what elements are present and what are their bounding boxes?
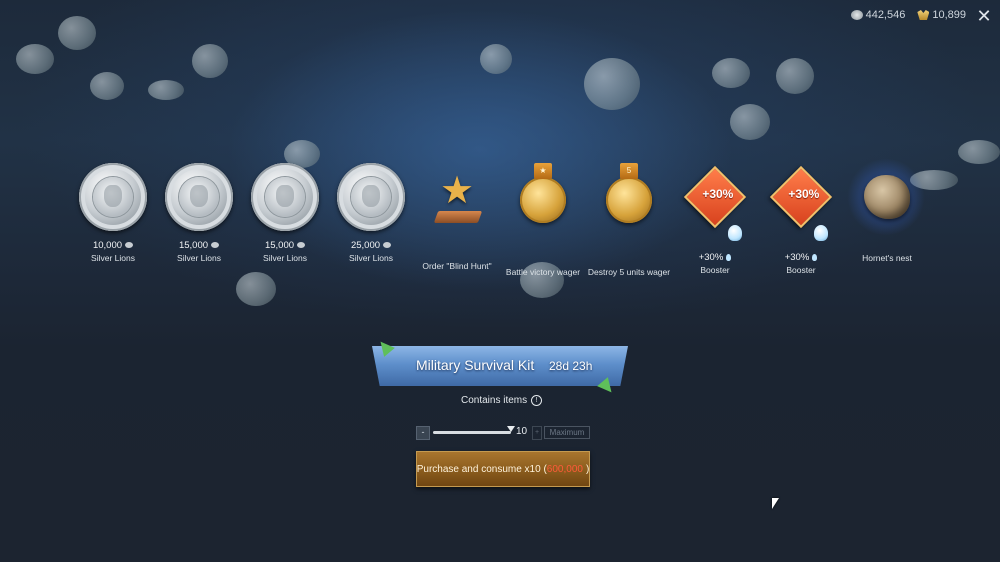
lightbulb-icon xyxy=(726,253,732,261)
silver-lion-icon xyxy=(850,10,863,20)
kit-timer: 28d 23h xyxy=(549,359,593,373)
decor-coin xyxy=(90,72,124,100)
currency-bar: 442,546 10,899 xyxy=(850,9,966,21)
silver-lion-coin-icon xyxy=(164,163,234,233)
reward-item[interactable]: +30% +30% Booster xyxy=(758,163,844,275)
reward-name: Silver Lions xyxy=(263,253,307,263)
contains-items-label: Contains items xyxy=(461,395,528,406)
booster-badge: +30% xyxy=(788,187,820,202)
increase-button[interactable]: + xyxy=(532,426,542,440)
hornets-nest-icon xyxy=(846,159,926,235)
reward-item[interactable]: 5 Destroy 5 units wager xyxy=(586,163,672,277)
decor-coin xyxy=(480,44,512,74)
decor-coin xyxy=(584,58,640,110)
reward-item[interactable]: ★ Order "Blind Hunt" xyxy=(414,163,500,271)
reward-name: Silver Lions xyxy=(91,253,135,263)
reward-name: Booster xyxy=(786,265,816,275)
reward-name: Order "Blind Hunt" xyxy=(422,261,492,271)
decor-coin xyxy=(776,58,814,94)
silver-lion-icon xyxy=(383,242,392,249)
reward-amount xyxy=(844,240,930,252)
purchase-suffix: ) xyxy=(585,463,590,475)
reward-name: Silver Lions xyxy=(177,253,221,263)
silver-amount: 442,546 xyxy=(865,9,906,21)
gold-medal-icon: 5 xyxy=(594,163,664,247)
reward-name: Battle victory wager xyxy=(505,267,581,277)
reward-amount: 25,000 xyxy=(350,240,381,251)
contains-items-link[interactable]: Contains items ! xyxy=(461,395,543,406)
reward-item[interactable]: +30% +30% Booster xyxy=(672,163,758,275)
quantity-value: 10 xyxy=(516,426,528,437)
golden-eagle-icon xyxy=(917,10,930,20)
reward-name: Destroy 5 units wager xyxy=(587,267,671,277)
reward-amount: 15,000 xyxy=(178,240,209,251)
reward-amount xyxy=(500,254,586,266)
decor-coin xyxy=(236,272,276,306)
quantity-stepper: - 10 + Maximum xyxy=(416,425,591,440)
order-star-icon: ★ xyxy=(422,171,492,241)
reward-item[interactable]: 10,000 Silver Lions xyxy=(70,163,156,263)
reward-amount xyxy=(586,254,672,266)
silver-lion-coin-icon xyxy=(336,163,406,233)
gold-amount: 10,899 xyxy=(932,9,966,21)
silver-lion-icon xyxy=(297,242,306,249)
silver-lion-icon xyxy=(211,242,220,249)
decor-coin xyxy=(148,80,184,100)
close-icon[interactable]: ✕ xyxy=(974,6,994,26)
lightbulb-icon xyxy=(814,225,828,241)
reward-amount: +30% xyxy=(698,252,724,263)
info-icon[interactable]: ! xyxy=(531,395,543,406)
reward-list: 10,000 Silver Lions 15,000 Silver Lions … xyxy=(70,159,940,277)
decrease-button[interactable]: - xyxy=(416,426,430,440)
slider-handle[interactable] xyxy=(507,426,515,432)
kit-banner: Military Survival Kit 28d 23h xyxy=(372,337,628,397)
booster-badge: +30% xyxy=(702,187,734,202)
kit-title: Military Survival Kit xyxy=(416,357,535,373)
decor-coin xyxy=(58,16,96,50)
maximum-button[interactable]: Maximum xyxy=(544,426,590,439)
purchase-price: 600,000 xyxy=(546,463,583,475)
reward-item[interactable]: ★ Battle victory wager xyxy=(500,163,586,277)
reward-name: Booster xyxy=(700,265,730,275)
decor-coin xyxy=(192,44,228,78)
decor-coin xyxy=(958,140,1000,164)
silver-lion-coin-icon xyxy=(250,163,320,233)
mouse-cursor-icon xyxy=(772,498,779,509)
purchase-label: Purchase and consume x10 ( xyxy=(416,463,547,475)
reward-amount xyxy=(414,248,500,260)
reward-item[interactable]: 25,000 Silver Lions xyxy=(328,163,414,263)
reward-amount: +30% xyxy=(784,252,810,263)
booster-icon: +30% xyxy=(766,165,836,245)
decor-coin xyxy=(730,104,770,140)
gold-balance: 10,899 xyxy=(917,9,966,21)
lightbulb-icon xyxy=(812,253,818,261)
reward-name: Hornet's nest xyxy=(862,253,912,263)
silver-lion-coin-icon xyxy=(78,163,148,233)
quantity-slider[interactable] xyxy=(433,431,511,434)
medal-badge: 5 xyxy=(620,163,638,179)
reward-amount: 10,000 xyxy=(92,240,123,251)
decor-coin xyxy=(712,58,750,88)
silver-lion-icon xyxy=(125,242,134,249)
gold-medal-icon: ★ xyxy=(508,163,578,247)
reward-name: Silver Lions xyxy=(349,253,393,263)
purchase-button[interactable]: Purchase and consume x10 (600,000) xyxy=(416,451,590,487)
reward-item[interactable]: 15,000 Silver Lions xyxy=(156,163,242,263)
booster-icon: +30% xyxy=(680,165,750,245)
silver-balance: 442,546 xyxy=(850,9,906,21)
reward-item[interactable]: Hornet's nest xyxy=(844,159,930,263)
decor-coin xyxy=(16,44,54,74)
reward-item[interactable]: 15,000 Silver Lions xyxy=(242,163,328,263)
lightbulb-icon xyxy=(728,225,742,241)
reward-amount: 15,000 xyxy=(264,240,295,251)
